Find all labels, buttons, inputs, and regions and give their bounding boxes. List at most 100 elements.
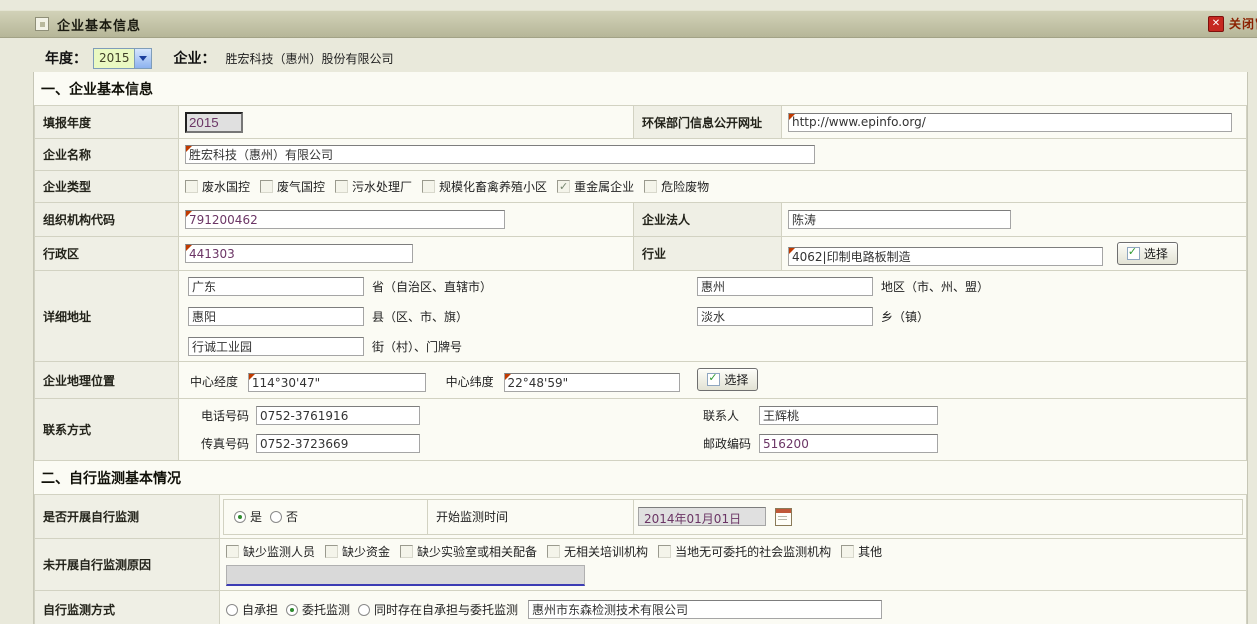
no-monitor-reason-label: 未开展自行监测原因: [35, 539, 220, 591]
admin-region-input[interactable]: [185, 244, 413, 263]
radio-self-undertake[interactable]: [226, 604, 238, 616]
legal-person-input[interactable]: [788, 210, 1011, 229]
form-panel: 一、企业基本信息 填报年度 环保部门信息公开网址 企业名称 企业类型 废水国控 …: [33, 72, 1248, 624]
legal-person-label: 企业法人: [634, 203, 782, 237]
table-row: 企业地理位置 中心经度 中心纬度 选择: [35, 362, 1247, 399]
address-label: 详细地址: [35, 271, 179, 362]
monitor-org-input[interactable]: [528, 600, 882, 619]
required-marker: [789, 248, 795, 254]
geo-select-button[interactable]: 选择: [697, 368, 758, 391]
address-province-input[interactable]: [188, 277, 364, 296]
section1-title: 一、企业基本信息: [34, 72, 1247, 105]
window-title: 企业基本信息: [57, 15, 141, 34]
year-select-value[interactable]: 2015: [94, 49, 134, 68]
report-year-input[interactable]: [185, 112, 243, 133]
address-street-input[interactable]: [188, 337, 364, 356]
table-row: 填报年度 环保部门信息公开网址: [35, 106, 1247, 139]
close-label[interactable]: 关闭窗口: [1229, 15, 1257, 32]
checkbox-no-agency[interactable]: [658, 545, 671, 558]
year-label: 年度：: [45, 48, 87, 68]
industry-input[interactable]: [788, 247, 1103, 266]
zip-input[interactable]: [759, 434, 938, 453]
epinfo-url-label: 环保部门信息公开网址: [634, 106, 782, 139]
checkbox-wastegas[interactable]: [260, 180, 273, 193]
checkbox-livestock[interactable]: [422, 180, 435, 193]
table-row: 是否开展自行监测 是 否 开始监测时间 2014年01月01日: [35, 495, 1247, 539]
checkbox-no-staff[interactable]: [226, 545, 239, 558]
window-titlebar: 企业基本信息 ✕ 关闭窗口: [0, 10, 1257, 38]
checkbox-other[interactable]: [841, 545, 854, 558]
phone-input[interactable]: [256, 406, 420, 425]
company-type-label: 企业类型: [35, 171, 179, 203]
epinfo-url-input[interactable]: [788, 113, 1232, 132]
org-code-label: 组织机构代码: [35, 203, 179, 237]
contact-person-input[interactable]: [759, 406, 938, 425]
address-county-suffix: 县（区、市、旗）: [372, 308, 697, 325]
header-meta-row: 年度： 2015 企业： 胜宏科技（惠州）股份有限公司: [0, 46, 1257, 70]
latitude-input[interactable]: [504, 373, 680, 392]
other-reason-input[interactable]: [226, 565, 585, 586]
company-name-input[interactable]: [185, 145, 815, 164]
address-town-input[interactable]: [697, 307, 873, 326]
required-marker: [186, 211, 192, 217]
table-row: 未开展自行监测原因 缺少监测人员 缺少资金 缺少实验室或相关配备 无相关培训机构…: [35, 539, 1247, 591]
company-name-label: 企业名称: [35, 139, 179, 171]
longitude-input[interactable]: [248, 373, 426, 392]
required-marker: [186, 146, 192, 152]
org-code-input[interactable]: [185, 210, 505, 229]
checkbox-no-funds[interactable]: [325, 545, 338, 558]
calendar-icon[interactable]: [775, 508, 792, 526]
table-row: 联系方式 电话号码 联系人 传真号码 邮政编码: [35, 399, 1247, 461]
checkbox-hazardous-waste[interactable]: [644, 180, 657, 193]
fax-input[interactable]: [256, 434, 420, 453]
address-county-input[interactable]: [188, 307, 364, 326]
monitor-label: 是否开展自行监测: [35, 495, 220, 539]
admin-region-label: 行政区: [35, 237, 179, 271]
company-label: 企业：: [174, 48, 216, 68]
address-town-suffix: 乡（镇）: [881, 308, 929, 325]
checkbox-sewage-plant[interactable]: [335, 180, 348, 193]
table-row: 自行监测方式 自承担 委托监测 同时存在自承担与委托监测: [35, 591, 1247, 624]
year-select[interactable]: 2015: [93, 48, 152, 69]
table-row: 企业类型 废水国控 废气国控 污水处理厂 规模化畜禽养殖小区 ✓重金属企业 危险…: [35, 171, 1247, 203]
zip-label: 邮政编码: [703, 435, 755, 452]
checkbox-heavy-metal[interactable]: ✓: [557, 180, 570, 193]
checkbox-no-lab[interactable]: [400, 545, 413, 558]
required-marker: [789, 114, 795, 120]
contact-person-label: 联系人: [703, 407, 755, 424]
checkbox-wastewater[interactable]: [185, 180, 198, 193]
table-row: 行政区 行业 选择: [35, 237, 1247, 271]
basic-info-table: 填报年度 环保部门信息公开网址 企业名称 企业类型 废水国控 废气国控 污水处理…: [34, 105, 1247, 461]
chevron-down-icon[interactable]: [134, 49, 151, 68]
monitor-start-date-input[interactable]: 2014年01月01日: [638, 507, 766, 526]
close-icon[interactable]: ✕: [1208, 16, 1224, 32]
radio-both[interactable]: [358, 604, 370, 616]
check-doc-icon: [1127, 247, 1140, 260]
monitor-method-label: 自行监测方式: [35, 591, 220, 624]
industry-label: 行业: [634, 237, 782, 271]
close-window-button[interactable]: ✕ 关闭窗口: [1208, 15, 1257, 32]
window-icon: [35, 17, 49, 31]
required-marker: [186, 245, 192, 251]
table-row: 组织机构代码 企业法人: [35, 203, 1247, 237]
monitor-start-label: 开始监测时间: [436, 508, 508, 525]
fax-label: 传真号码: [201, 435, 249, 452]
contact-label: 联系方式: [35, 399, 179, 461]
required-marker: [505, 374, 511, 380]
table-row: 企业名称: [35, 139, 1247, 171]
checkbox-no-training[interactable]: [547, 545, 560, 558]
geo-label: 企业地理位置: [35, 362, 179, 399]
address-city-input[interactable]: [697, 277, 873, 296]
required-marker: [249, 374, 255, 380]
radio-entrust[interactable]: [286, 604, 298, 616]
table-row: 详细地址 省（自治区、直辖市） 地区（市、州、盟） 县（区、市、旗） 乡（镇）: [35, 271, 1247, 362]
radio-monitor-yes[interactable]: [234, 511, 246, 523]
self-monitor-table: 是否开展自行监测 是 否 开始监测时间 2014年01月01日: [34, 494, 1247, 624]
latitude-label: 中心纬度: [446, 375, 494, 389]
industry-select-button[interactable]: 选择: [1117, 242, 1178, 265]
address-province-suffix: 省（自治区、直辖市）: [372, 278, 697, 295]
address-street-suffix: 街（村）、门牌号: [372, 338, 462, 355]
radio-monitor-no[interactable]: [270, 511, 282, 523]
company-name-value: 胜宏科技（惠州）股份有限公司: [226, 50, 394, 67]
check-doc-icon: [707, 373, 720, 386]
